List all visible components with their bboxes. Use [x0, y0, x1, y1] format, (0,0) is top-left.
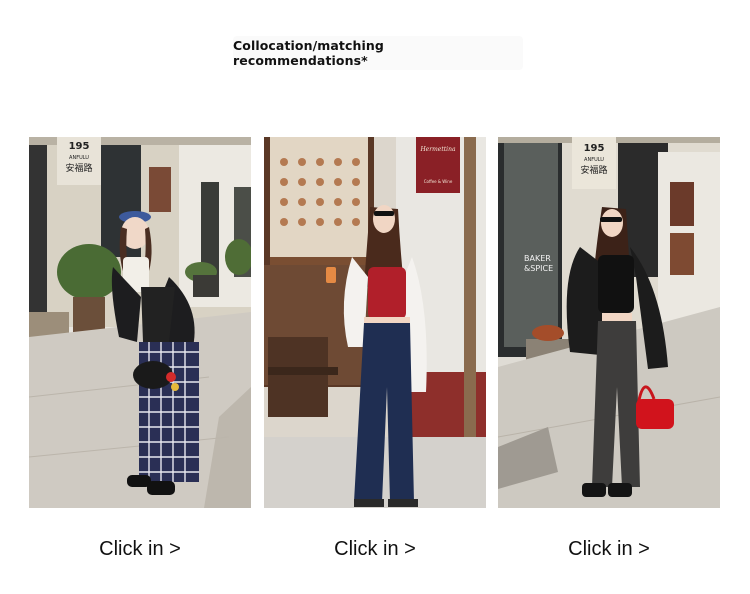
- shop-sign-chinese: 安福路: [65, 162, 92, 174]
- shop-sign-latin: ANFULU: [584, 157, 604, 163]
- shop-sign-latin: ANFULU: [69, 155, 89, 161]
- shop-sign-number: 195: [584, 143, 605, 154]
- section-header: Collocation/matching recommendations*: [233, 36, 523, 70]
- shop-sign-chinese: 安福路: [580, 164, 607, 176]
- cafe-sign-name: Hermettina: [419, 146, 455, 153]
- section-title: Collocation/matching recommendations*: [233, 38, 384, 68]
- cafe-sign-subtitle: Coffee & Wine: [424, 179, 453, 184]
- click-in-link-2[interactable]: Click in >: [264, 538, 486, 561]
- click-in-link-3[interactable]: Click in >: [498, 538, 720, 561]
- outfit-card-1[interactable]: 195 ANFULU 安福路: [29, 137, 251, 508]
- window-text-1: BAKER: [524, 254, 551, 263]
- outfit-photo-2: Hermettina Coffee & Wine: [264, 137, 486, 508]
- outfit-photo-1: 195 ANFULU 安福路: [29, 137, 251, 508]
- outfit-photo-3: 195 ANFULU 安福路 BAKER &SPICE: [498, 137, 720, 508]
- click-in-link-1[interactable]: Click in >: [29, 538, 251, 561]
- window-text-2: &SPICE: [524, 264, 553, 273]
- outfit-card-2[interactable]: Hermettina Coffee & Wine: [264, 137, 486, 508]
- shop-sign-number: 195: [69, 141, 90, 152]
- outfit-card-3[interactable]: 195 ANFULU 安福路 BAKER &SPICE: [498, 137, 720, 508]
